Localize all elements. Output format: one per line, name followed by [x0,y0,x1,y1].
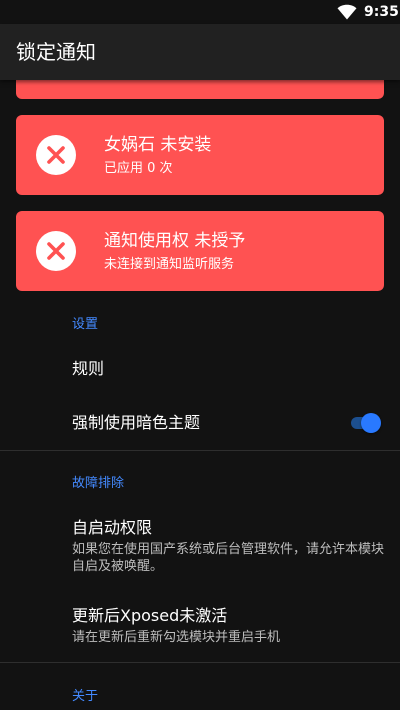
error-x-icon [36,231,76,271]
pref-autostart-permission[interactable]: 自启动权限 如果您在使用国产系统或后台管理软件，请允许本模块自启及被唤醒。 [0,508,400,588]
dark-theme-switch[interactable] [349,413,383,433]
pref-autostart-summary: 如果您在使用国产系统或后台管理软件，请允许本模块自启及被唤醒。 [72,542,385,574]
status-bar: 9:35 [0,0,400,24]
app-screen: 9:35 锁定通知 女娲石 未安装 已应用 0 次 通知使用权 未授予 未连接到… [0,0,400,710]
pref-xposed-summary: 请在更新后重新勾选模块并重启手机 [72,630,281,645]
wifi-icon [337,4,357,20]
card-title: 通知使用权 未授予 [104,231,246,251]
card-subtitle: 未连接到通知监听服务 [104,257,235,272]
pref-autostart-title: 自启动权限 [72,518,153,537]
status-time: 9:35 [364,4,399,20]
switch-thumb [361,413,381,433]
category-settings: 设置 [72,317,99,332]
error-x-icon [36,135,76,175]
status-card-module[interactable]: 女娲石 未安装 已应用 0 次 [16,115,384,195]
divider [0,662,400,663]
divider [0,450,400,451]
card-title: 女娲石 未安装 [104,135,212,155]
app-bar: 锁定通知 [0,24,400,80]
pref-rules[interactable]: 规则 [0,345,400,393]
category-troubleshooting: 故障排除 [72,476,125,491]
status-card-notification-access[interactable]: 通知使用权 未授予 未连接到通知监听服务 [16,211,384,291]
card-subtitle: 已应用 0 次 [104,161,173,176]
pref-xposed-title: 更新后Xposed未激活 [72,606,228,625]
category-about: 关于 [72,689,99,704]
page-title: 锁定通知 [16,40,96,64]
pref-xposed-inactive[interactable]: 更新后Xposed未激活 请在更新后重新勾选模块并重启手机 [0,596,400,656]
pref-dark-theme-title: 强制使用暗色主题 [72,413,201,432]
pref-force-dark-theme[interactable]: 强制使用暗色主题 [0,397,400,449]
pref-rules-title: 规则 [72,359,105,378]
